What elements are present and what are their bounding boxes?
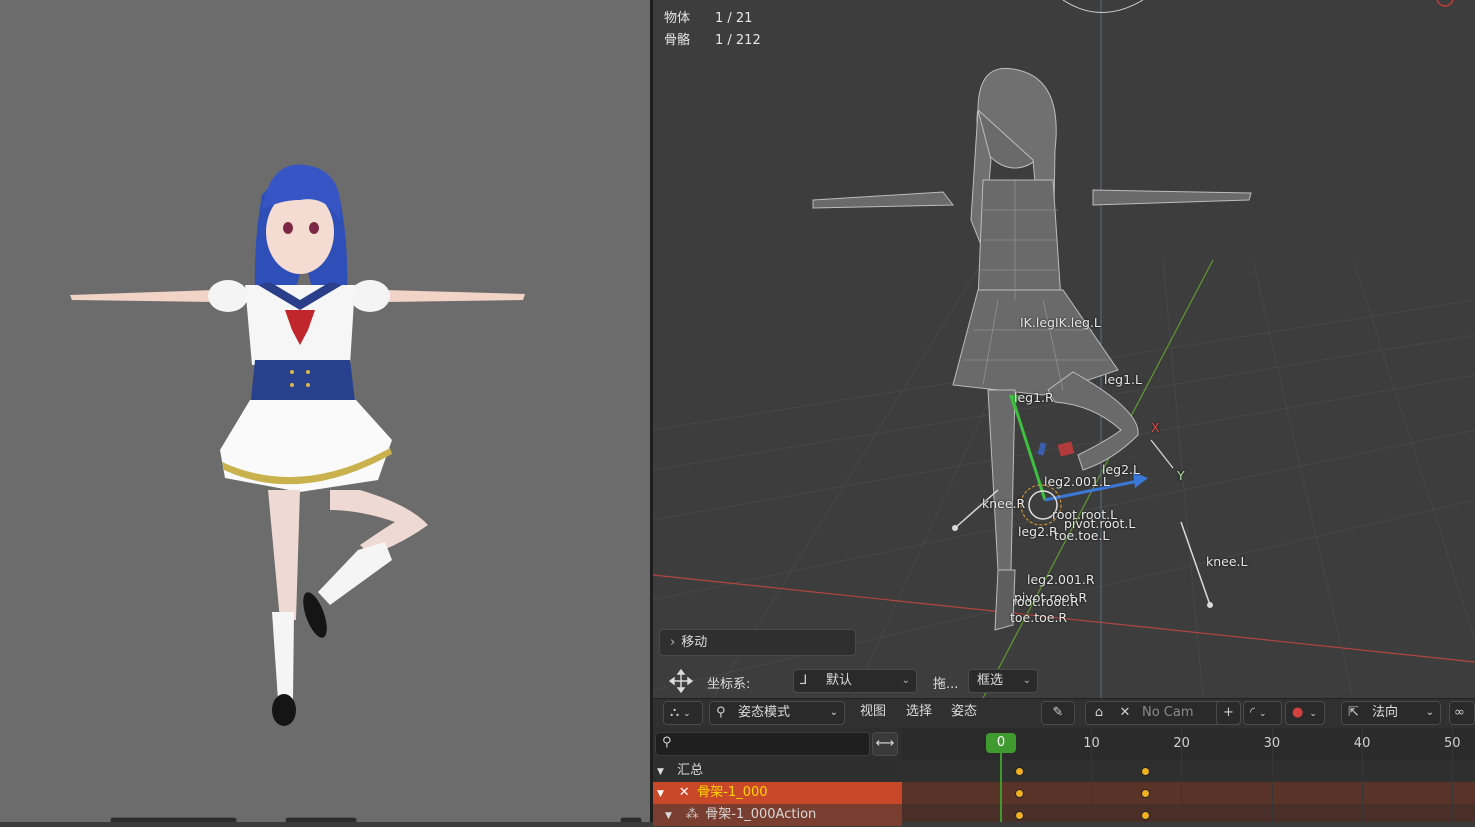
- triangle-down-icon: ▼: [657, 789, 664, 799]
- keyframe[interactable]: [1140, 788, 1150, 798]
- channel-armature[interactable]: ▼ ✕ 骨架-1_000: [653, 782, 902, 804]
- menu-select[interactable]: 选择: [902, 701, 936, 725]
- armature-icon: ✕: [678, 785, 690, 800]
- pose-editor-icon: ⛬: [670, 705, 680, 720]
- keyframe[interactable]: [1014, 788, 1024, 798]
- bone-label: knee.L: [1206, 554, 1248, 569]
- playhead-line[interactable]: [1000, 753, 1002, 822]
- keyframe[interactable]: [1014, 766, 1024, 776]
- frame-number: 30: [1263, 736, 1281, 751]
- drag-label: 拖...: [933, 677, 959, 692]
- current-frame-indicator[interactable]: 0: [986, 733, 1016, 753]
- bone-label: root.root.R: [1012, 594, 1079, 609]
- triangle-down-icon: ▼: [665, 811, 672, 821]
- bone-label: IK.legIK.leg.L: [1020, 315, 1101, 330]
- eyedropper-icon: ✎: [1052, 705, 1064, 720]
- tool-settings-bar: 坐标系: ⅃ 默认 ⌄ 拖... 框选 ⌄: [659, 666, 1469, 696]
- keyframe-area[interactable]: 10 20 30 40 50 0: [902, 728, 1475, 822]
- falloff-icon: ◜: [1250, 705, 1256, 720]
- close-icon[interactable]: ✕: [1118, 702, 1132, 724]
- link-button[interactable]: ∞: [1449, 701, 1475, 725]
- bone-label: leg1.R: [1014, 390, 1054, 405]
- chevron-down-icon: ⌄: [1259, 709, 1267, 719]
- keyframe[interactable]: [1140, 810, 1150, 820]
- action-key-row: [902, 804, 1475, 822]
- action-icon: ⁂: [685, 807, 699, 822]
- search-icon: ⚲: [662, 735, 672, 750]
- bone-label: leg2.R: [1018, 524, 1058, 539]
- chevron-down-icon: ⌄: [901, 675, 910, 686]
- eyedropper-button[interactable]: ✎: [1041, 701, 1075, 725]
- transform-orientation-dropdown[interactable]: ⇱ 法向 ⌄: [1341, 701, 1441, 725]
- triangle-down-icon: ▼: [657, 767, 664, 777]
- proportional-edit-dropdown[interactable]: ◜ ⌄: [1243, 701, 1282, 725]
- channel-summary[interactable]: ▼ 汇总: [653, 760, 902, 782]
- plus-icon: +: [1223, 705, 1234, 720]
- link-icon: ∞: [1454, 705, 1465, 720]
- keyframe[interactable]: [1014, 810, 1024, 820]
- chevron-down-icon: ⌄: [1425, 707, 1434, 718]
- orientation-icon: ⇱: [1348, 705, 1359, 720]
- render-bottom-tab[interactable]: [285, 817, 357, 822]
- chevron-right-icon: ›: [670, 635, 676, 650]
- render-bottom-tab[interactable]: [620, 817, 642, 822]
- menu-view[interactable]: 视图: [856, 701, 890, 725]
- armature-key-row: [902, 782, 1475, 804]
- keyframe[interactable]: [1140, 766, 1150, 776]
- character-render: [70, 164, 525, 726]
- bone-label: knee.R: [982, 496, 1026, 511]
- dope-sheet: ⚲ ⟷ ▼ 汇总 ▼ ✕ 骨架-1_000 ▼ ⁂ 骨架-1_000Action…: [653, 728, 1475, 826]
- last-operator-panel[interactable]: › 移动: [659, 629, 856, 656]
- bone-label: Y: [1177, 468, 1185, 483]
- bone-label: leg2.001.R: [1027, 572, 1095, 587]
- editor-type-button[interactable]: ⛬ ⌄: [663, 701, 703, 725]
- record-icon: ●: [1292, 705, 1304, 720]
- channel-action[interactable]: ▼ ⁂ 骨架-1_000Action: [653, 804, 902, 826]
- add-button[interactable]: +: [1216, 701, 1241, 725]
- axis-icon: ⅃: [800, 673, 808, 688]
- object-count-stat: 物体 1 / 21: [664, 11, 753, 26]
- chevron-down-icon: ⌄: [829, 707, 838, 718]
- chevron-down-icon: ⌄: [1309, 709, 1317, 719]
- frame-number: 40: [1353, 736, 1371, 751]
- 3d-viewport[interactable]: 物体 1 / 21 骨骼 1 / 212 IK.legIK.leg.L leg1.L…: [653, 0, 1475, 698]
- frame-number: 50: [1444, 736, 1461, 751]
- bone-label: leg1.L: [1104, 372, 1142, 387]
- render-preview-panel: [0, 0, 650, 822]
- bone-count-stat: 骨骼 1 / 212: [664, 33, 761, 48]
- chevron-down-icon: ⌄: [1022, 675, 1031, 686]
- orientation-label: 坐标系:: [707, 677, 751, 692]
- orientation-dropdown[interactable]: ⅃ 默认 ⌄: [793, 669, 917, 693]
- render-bottom-tab[interactable]: [110, 817, 237, 822]
- record-dropdown[interactable]: ● ⌄: [1285, 701, 1325, 725]
- bone-label: toe.toe.L: [1054, 528, 1110, 543]
- bone-label: X: [1151, 420, 1160, 435]
- frame-number: 10: [1083, 736, 1100, 751]
- drag-dropdown[interactable]: 框选 ⌄: [968, 669, 1038, 693]
- chevron-down-icon: ⌄: [683, 709, 691, 719]
- pose-mode-icon: ⚲: [716, 705, 726, 720]
- move-tool-icon[interactable]: [669, 669, 693, 693]
- swap-button[interactable]: ⟷: [872, 732, 898, 756]
- bone-label: leg2.001.L: [1044, 474, 1110, 489]
- channel-list: ⚲ ⟷ ▼ 汇总 ▼ ✕ 骨架-1_000 ▼ ⁂ 骨架-1_000Action: [653, 728, 902, 826]
- summary-key-row: [902, 760, 1475, 782]
- editor-header: ⛬ ⌄ ⚲ 姿态模式 ⌄ 视图 选择 姿态 ✎ ⌂ ✕ No Cam + ◜ ⌄ ●…: [653, 698, 1475, 728]
- camera-icon: ⌂: [1094, 705, 1104, 720]
- menu-pose[interactable]: 姿态: [947, 701, 981, 725]
- channel-search-input[interactable]: ⚲: [655, 732, 870, 756]
- swap-arrows-icon: ⟷: [875, 736, 895, 751]
- mode-dropdown[interactable]: ⚲ 姿态模式 ⌄: [709, 701, 845, 725]
- frame-number: 20: [1173, 736, 1190, 751]
- bone-label: toe.toe.R: [1010, 610, 1068, 625]
